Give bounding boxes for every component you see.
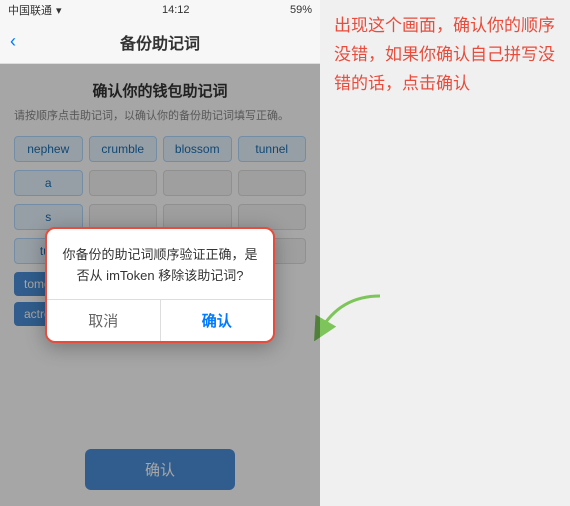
dialog-body: 你备份的助记词顺序验证正确，是否从 imToken 移除该助记词? <box>47 229 273 299</box>
nav-bar: ‹ 备份助记词 <box>0 20 320 64</box>
battery-text: 59% <box>290 4 312 16</box>
carrier-text: 中国联通 <box>8 2 52 18</box>
time-text: 14:12 <box>162 4 190 16</box>
dialog-confirm-button[interactable]: 确认 <box>161 300 274 341</box>
dialog-overlay: 你备份的助记词顺序验证正确，是否从 imToken 移除该助记词? 取消 确认 <box>0 64 320 506</box>
annotation-text: 出现这个画面，确认你的顺序没错，如果你确认自己拼写没错的话，点击确认 <box>334 12 556 99</box>
status-left: 中国联通 ▾ <box>8 2 62 18</box>
arrow-container <box>310 291 390 346</box>
page-content: 确认你的钱包助记词 请按顺序点击助记词，以确认你的备份助记词填写正确。 neph… <box>0 64 320 506</box>
back-button[interactable]: ‹ <box>10 31 16 52</box>
dialog-actions: 取消 确认 <box>47 299 273 341</box>
status-bar: 中国联通 ▾ 14:12 59% <box>0 0 320 20</box>
dialog-box: 你备份的助记词顺序验证正确，是否从 imToken 移除该助记词? 取消 确认 <box>45 227 275 343</box>
dialog-cancel-button[interactable]: 取消 <box>47 300 161 341</box>
arrow-icon <box>310 291 390 341</box>
nav-title: 备份助记词 <box>120 30 200 54</box>
wifi-icon: ▾ <box>56 4 62 17</box>
annotation-area: 出现这个画面，确认你的顺序没错，如果你确认自己拼写没错的话，点击确认 <box>320 0 570 506</box>
status-right: 59% <box>290 4 312 16</box>
phone-frame: 中国联通 ▾ 14:12 59% ‹ 备份助记词 确认你的钱包助记词 请按顺序点… <box>0 0 320 506</box>
